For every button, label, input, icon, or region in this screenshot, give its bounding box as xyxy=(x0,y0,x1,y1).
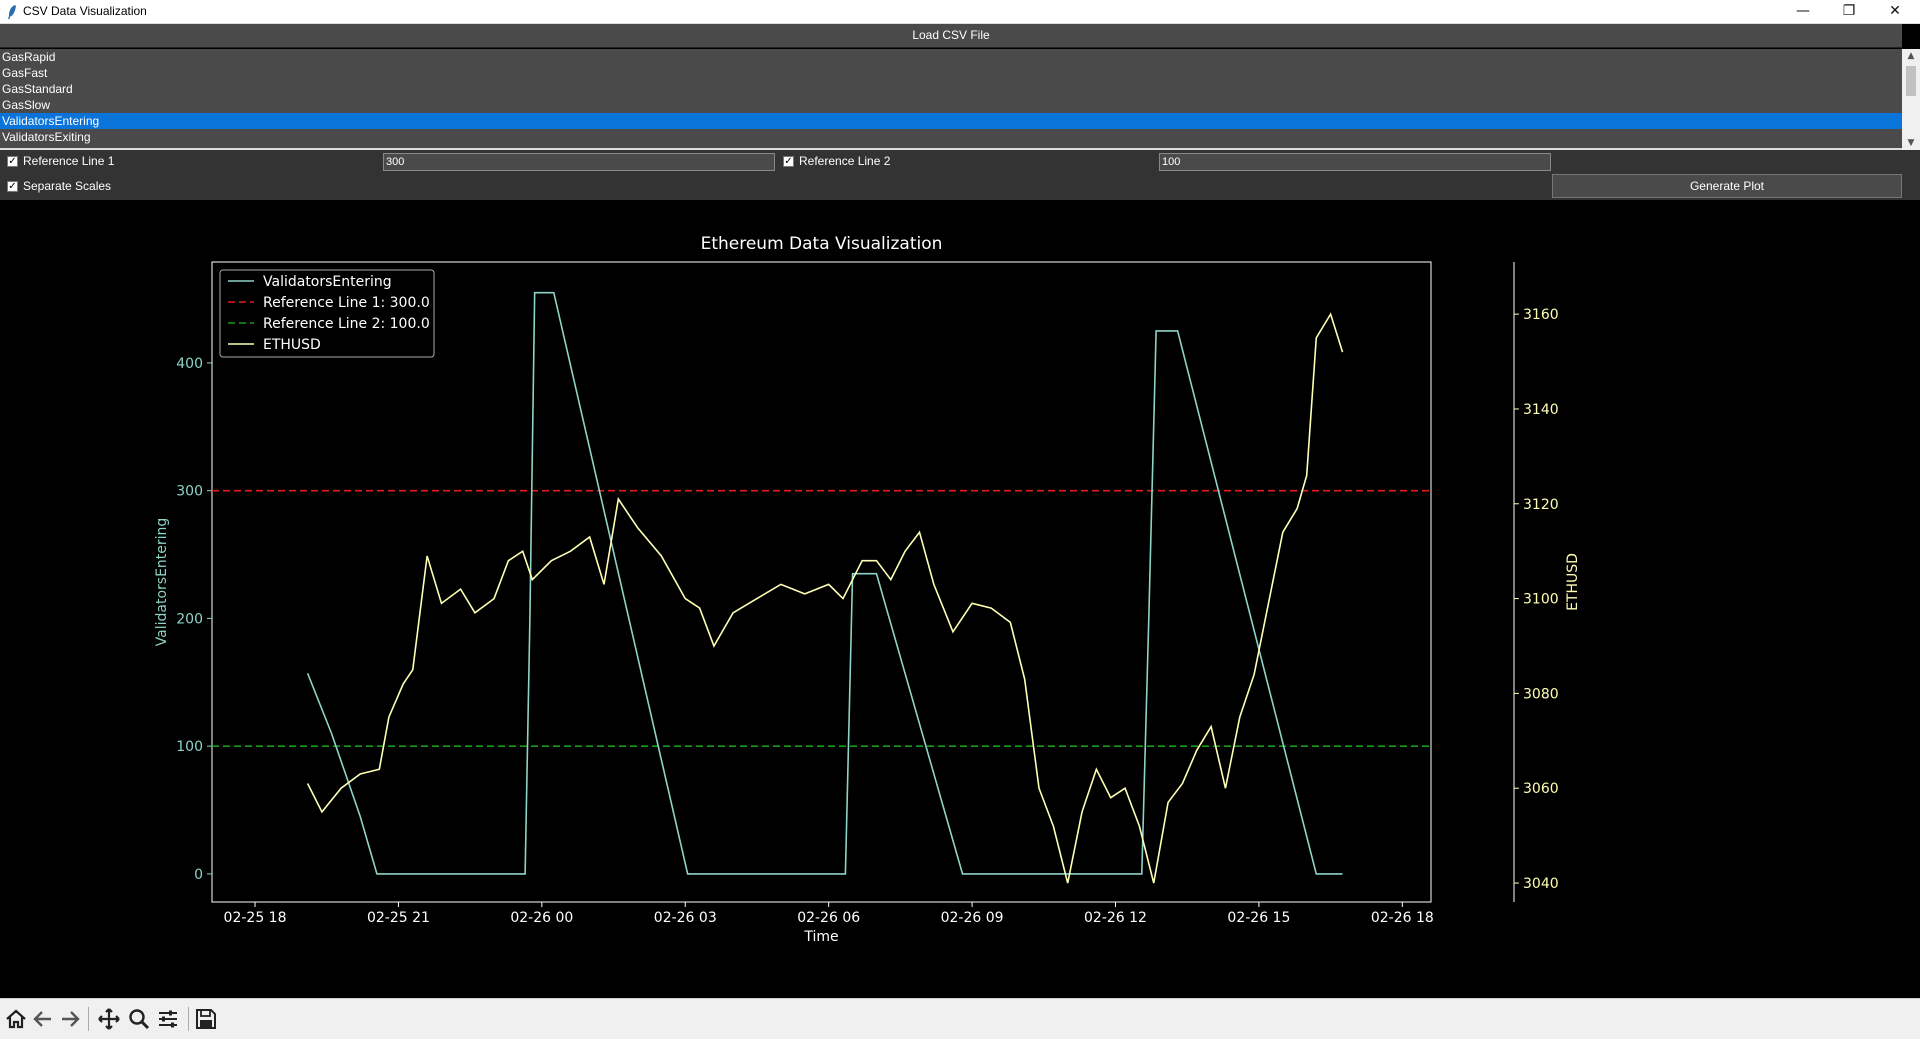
toolbar-divider xyxy=(88,1007,89,1031)
y-right-tick-label: 3100 xyxy=(1523,592,1559,608)
separate-scales-checkbox[interactable]: ✓ xyxy=(7,181,18,192)
minimize-button[interactable]: — xyxy=(1780,0,1826,24)
legend-entry: Reference Line 2: 100.0 xyxy=(263,316,430,332)
configure-icon[interactable] xyxy=(156,1007,180,1031)
toolbar-divider xyxy=(188,1007,189,1031)
close-button[interactable]: ✕ xyxy=(1872,0,1918,24)
legend-entry: ValidatorsEntering xyxy=(263,274,392,290)
y-right-tick-label: 3160 xyxy=(1523,307,1559,323)
ref-line-1-checkbox[interactable]: ✓ xyxy=(7,156,18,167)
list-item-gasrapid[interactable]: GasRapid xyxy=(0,49,1902,65)
forward-icon[interactable] xyxy=(58,1007,82,1031)
x-tick-label: 02-25 18 xyxy=(224,910,287,926)
y-left-tick-label: 100 xyxy=(176,739,203,755)
navigation-toolbar xyxy=(0,998,1920,1039)
home-icon[interactable] xyxy=(4,1007,28,1031)
y-right-tick-label: 3120 xyxy=(1523,497,1559,513)
window-titlebar: CSV Data Visualization — ❐ ✕ xyxy=(0,0,1920,24)
pan-icon[interactable] xyxy=(97,1007,121,1031)
list-item-gasstandard[interactable]: GasStandard xyxy=(0,81,1902,97)
list-scrollbar[interactable]: ▲ ▼ xyxy=(1902,49,1920,150)
y-right-tick-label: 3140 xyxy=(1523,402,1559,418)
generate-plot-button[interactable]: Generate Plot xyxy=(1552,174,1902,198)
x-tick-label: 02-26 00 xyxy=(510,910,573,926)
x-tick-label: 02-26 18 xyxy=(1371,910,1434,926)
list-item-validatorsexiting[interactable]: ValidatorsExiting xyxy=(0,129,1902,145)
ref-line-1-input[interactable] xyxy=(383,153,775,171)
zoom-icon[interactable] xyxy=(127,1007,151,1031)
list-item-gasfast[interactable]: GasFast xyxy=(0,65,1902,81)
legend-entry: Reference Line 1: 300.0 xyxy=(263,295,430,311)
back-icon[interactable] xyxy=(31,1007,55,1031)
feather-icon xyxy=(8,5,16,19)
scroll-up-icon[interactable]: ▲ xyxy=(1902,49,1920,63)
separate-scales-label: Separate Scales xyxy=(23,179,112,193)
plot-frame xyxy=(211,261,1432,903)
ref-line-1-label: Reference Line 1 xyxy=(23,154,115,168)
y-right-tick-label: 3060 xyxy=(1523,781,1559,797)
y-left-tick-label: 0 xyxy=(194,867,203,883)
window-title: CSV Data Visualization xyxy=(23,4,147,18)
restore-button[interactable]: ❐ xyxy=(1826,0,1872,24)
list-item-gasslow[interactable]: GasSlow xyxy=(0,97,1902,113)
load-csv-button[interactable]: Load CSV File xyxy=(0,24,1902,48)
validators-entering-line xyxy=(306,291,1343,875)
y-right-axis-label: ETHUSD xyxy=(1565,553,1581,611)
y-left-tick-label: 200 xyxy=(176,611,203,627)
x-axis-label: Time xyxy=(803,929,838,945)
x-tick-label: 02-26 06 xyxy=(797,910,860,926)
legend-entry: ETHUSD xyxy=(263,337,321,353)
chart[interactable]: Ethereum Data Visualization 02-25 18 02-25… xyxy=(0,200,1920,998)
x-tick-label: 02-25 21 xyxy=(367,910,430,926)
scroll-down-icon[interactable]: ▼ xyxy=(1902,136,1920,150)
column-listbox[interactable]: GasRapid GasFast GasStandard GasSlow Val… xyxy=(0,49,1902,150)
y-right-tick-label: 3040 xyxy=(1523,876,1559,892)
ref-line-2-checkbox[interactable]: ✓ xyxy=(783,156,794,167)
ref-line-2-label: Reference Line 2 xyxy=(799,154,891,168)
list-item-validatorsentering[interactable]: ValidatorsEntering xyxy=(0,113,1902,129)
x-tick-label: 02-26 12 xyxy=(1084,910,1147,926)
save-icon[interactable] xyxy=(194,1007,218,1031)
scroll-thumb[interactable] xyxy=(1906,66,1916,96)
x-tick-label: 02-26 03 xyxy=(654,910,717,926)
ref-line-2-input[interactable] xyxy=(1159,153,1551,171)
chart-title: Ethereum Data Visualization xyxy=(701,234,943,254)
x-tick-label: 02-26 09 xyxy=(941,910,1004,926)
y-left-tick-label: 400 xyxy=(176,356,203,372)
ethusd-line xyxy=(306,312,1344,884)
x-tick-label: 02-26 15 xyxy=(1227,910,1290,926)
y-left-tick-label: 300 xyxy=(176,484,203,500)
plot-area[interactable]: Ethereum Data Visualization 02-25 18 02-25… xyxy=(0,200,1920,998)
y-left-axis-label: ValidatorsEntering xyxy=(154,518,170,647)
y-right-tick-label: 3080 xyxy=(1523,686,1559,702)
